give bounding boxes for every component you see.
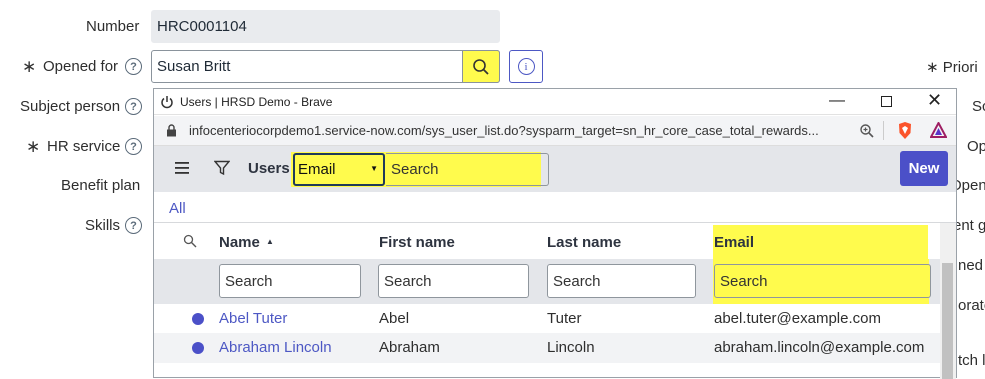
search-placeholder: Search bbox=[225, 272, 273, 290]
opened-for-field[interactable]: Susan Britt bbox=[151, 50, 500, 83]
row-name-link[interactable]: Abraham Lincoln bbox=[219, 339, 332, 356]
popup-window: Users | HRSD Demo - Brave — ✕ infocenter… bbox=[153, 88, 957, 379]
email-search-input[interactable]: Search bbox=[714, 264, 931, 298]
maximize-icon[interactable] bbox=[881, 96, 892, 107]
help-icon[interactable]: ? bbox=[125, 58, 142, 75]
benefit-plan-label: Benefit plan bbox=[61, 177, 141, 194]
search-placeholder: Search bbox=[384, 272, 432, 290]
row-last-name: Tuter bbox=[547, 310, 582, 327]
right-label-partial: Sc bbox=[972, 98, 985, 115]
right-label-partial: Op bbox=[967, 138, 985, 155]
url-text: infocenteriocorpdemo1.service-now.com/sy… bbox=[189, 123, 819, 138]
brave-rewards-icon[interactable] bbox=[930, 122, 947, 138]
row-email: abel.tuter@example.com bbox=[714, 310, 881, 327]
required-mark: ∗ bbox=[26, 137, 41, 156]
lock-icon bbox=[167, 124, 176, 137]
zoom-icon[interactable] bbox=[859, 123, 875, 139]
info-button[interactable]: i bbox=[509, 50, 543, 83]
row-last-name: Lincoln bbox=[547, 339, 595, 356]
list-title: Users bbox=[248, 160, 290, 177]
column-header-name[interactable]: Name bbox=[219, 234, 260, 251]
status-dot bbox=[192, 313, 204, 325]
new-button-label: New bbox=[908, 160, 940, 177]
search-placeholder: Search bbox=[391, 161, 439, 178]
info-icon: i bbox=[517, 58, 535, 75]
list-toolbar: Users Email ▼ Search New bbox=[154, 146, 956, 192]
opened-for-value: Susan Britt bbox=[157, 58, 231, 75]
last-name-search-input[interactable]: Search bbox=[547, 264, 696, 298]
skills-label: Skills bbox=[85, 217, 121, 234]
help-icon[interactable]: ? bbox=[125, 138, 142, 155]
address-bar[interactable]: infocenteriocorpdemo1.service-now.com/sy… bbox=[154, 116, 956, 146]
row-email: abraham.lincoln@example.com bbox=[714, 339, 925, 356]
column-header-last-name[interactable]: Last name bbox=[547, 234, 621, 251]
first-name-search-input[interactable]: Search bbox=[378, 264, 529, 298]
search-field-selected: Email bbox=[298, 161, 336, 178]
new-button[interactable]: New bbox=[900, 151, 948, 186]
hamburger-menu-icon[interactable] bbox=[175, 162, 189, 174]
column-header-email[interactable]: Email bbox=[714, 234, 754, 251]
right-label-partial: ent g bbox=[953, 217, 985, 234]
right-label-partial: ned bbox=[958, 257, 984, 274]
list-search-input[interactable]: Search bbox=[386, 153, 549, 186]
window-titlebar: Users | HRSD Demo - Brave — ✕ bbox=[154, 89, 956, 115]
priority-label-partial: ∗ Priori bbox=[926, 59, 978, 76]
power-icon bbox=[161, 96, 173, 109]
sort-ascending-icon: ▲ bbox=[266, 237, 274, 246]
number-label: Number bbox=[86, 18, 140, 35]
scrollbar-thumb[interactable] bbox=[942, 263, 953, 379]
required-mark: ∗ bbox=[22, 57, 37, 76]
row-first-name: Abel bbox=[379, 310, 410, 327]
divider bbox=[154, 222, 956, 223]
divider bbox=[883, 121, 884, 140]
number-value: HRC0001104 bbox=[157, 18, 247, 35]
help-icon[interactable]: ? bbox=[125, 217, 142, 234]
window-title: Users | HRSD Demo - Brave bbox=[180, 95, 333, 109]
search-icon bbox=[473, 58, 489, 75]
brave-shield-icon[interactable] bbox=[897, 121, 913, 140]
help-icon[interactable]: ? bbox=[125, 98, 142, 115]
hr-service-label: HR service bbox=[47, 138, 121, 155]
opened-for-label: Opened for bbox=[43, 58, 119, 75]
column-search-icon[interactable] bbox=[183, 234, 197, 248]
name-search-input[interactable]: Search bbox=[219, 264, 361, 298]
search-placeholder: Search bbox=[720, 272, 768, 290]
search-placeholder: Search bbox=[553, 272, 601, 290]
table-row[interactable]: Abraham Lincoln Abraham Lincoln abraham.… bbox=[154, 333, 940, 363]
lookup-button[interactable] bbox=[462, 50, 500, 83]
row-first-name: Abraham bbox=[379, 339, 440, 356]
number-field: HRC0001104 bbox=[151, 10, 500, 43]
breadcrumb-all[interactable]: All bbox=[169, 200, 186, 217]
row-name-link[interactable]: Abel Tuter bbox=[219, 310, 287, 327]
right-label-partial: orato bbox=[958, 297, 985, 314]
column-header-first-name[interactable]: First name bbox=[379, 234, 455, 251]
minimize-icon[interactable]: — bbox=[829, 92, 845, 110]
filter-icon[interactable] bbox=[214, 160, 230, 176]
close-icon[interactable]: ✕ bbox=[927, 90, 942, 111]
status-dot bbox=[192, 342, 204, 354]
table-row[interactable]: Abel Tuter Abel Tuter abel.tuter@example… bbox=[154, 304, 940, 333]
scrollbar-track[interactable] bbox=[940, 223, 956, 379]
search-field-select[interactable]: Email ▼ bbox=[293, 153, 385, 186]
subject-person-label: Subject person bbox=[20, 98, 121, 115]
right-label-partial: tch li bbox=[958, 352, 985, 369]
caret-down-icon: ▼ bbox=[370, 164, 378, 173]
